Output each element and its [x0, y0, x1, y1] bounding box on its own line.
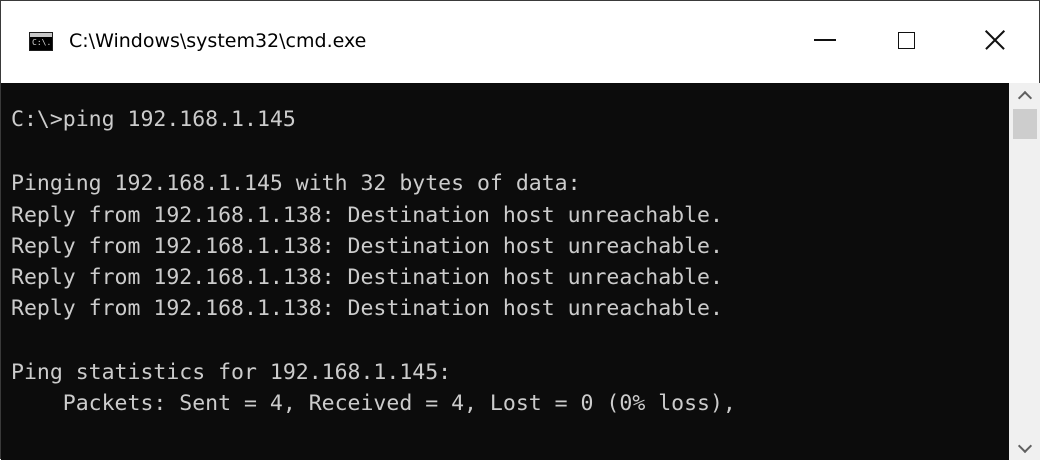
console-line: Reply from 192.168.1.138: Destination ho… [11, 296, 723, 321]
console-line: Reply from 192.168.1.138: Destination ho… [11, 234, 723, 259]
minimize-icon [814, 39, 836, 41]
cmd-icon-text: C:\. [32, 38, 52, 47]
cmd-icon[interactable]: C:\. [29, 32, 53, 51]
console-line: Ping statistics for 192.168.1.145: [11, 360, 452, 385]
cmd-window: C:\. C:\Windows\system32\cmd.exe C:\>pin… [0, 0, 1040, 460]
chevron-up-icon [1017, 90, 1033, 105]
title-bar[interactable]: C:\. C:\Windows\system32\cmd.exe [1, 1, 1039, 83]
maximize-icon [897, 31, 915, 49]
minimize-button[interactable] [779, 1, 871, 79]
console-line: Reply from 192.168.1.138: Destination ho… [11, 265, 723, 290]
close-icon [984, 29, 1006, 51]
console-line: Packets: Sent = 4, Received = 4, Lost = … [11, 391, 736, 416]
window-title: C:\Windows\system32\cmd.exe [69, 30, 367, 52]
chevron-down-icon [1017, 438, 1033, 453]
vertical-scrollbar[interactable] [1009, 83, 1040, 460]
scroll-up-button[interactable] [1009, 83, 1040, 107]
scroll-thumb[interactable] [1013, 109, 1037, 139]
console-line: C:\>ping 192.168.1.145 [11, 107, 296, 132]
scroll-down-button[interactable] [1009, 436, 1040, 460]
console-line: Pinging 192.168.1.145 with 32 bytes of d… [11, 171, 581, 196]
close-button[interactable] [949, 1, 1040, 79]
console-line: Reply from 192.168.1.138: Destination ho… [11, 203, 723, 228]
maximize-button[interactable] [860, 1, 952, 79]
cmd-icon-bar [30, 33, 52, 37]
console-output[interactable]: C:\>ping 192.168.1.145 Pinging 192.168.1… [1, 83, 1009, 460]
